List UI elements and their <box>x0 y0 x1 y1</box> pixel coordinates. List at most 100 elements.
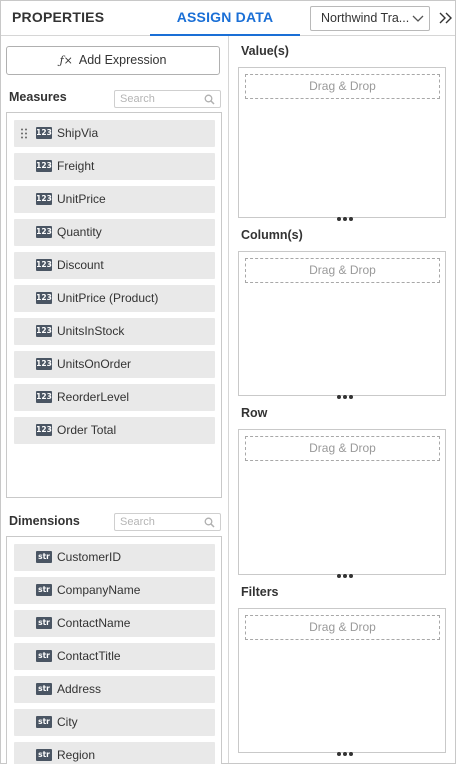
string-type-icon: str <box>36 683 52 695</box>
numeric-type-icon: 123 <box>36 358 52 370</box>
field-label: Discount <box>57 258 104 272</box>
field-label: ContactTitle <box>57 649 121 663</box>
numeric-type-icon: 123 <box>36 325 52 337</box>
field-label: Freight <box>57 159 95 173</box>
drag-drop-placeholder[interactable]: Drag & Drop <box>245 74 440 99</box>
zone-title-row: Row <box>241 406 268 420</box>
chevron-down-icon <box>412 15 424 22</box>
drop-zone-filters[interactable]: Drag & Drop <box>238 608 446 756</box>
field-order-total[interactable]: 123 Order Total <box>14 417 215 444</box>
field-city[interactable]: str City <box>14 709 215 736</box>
dot <box>349 752 353 756</box>
dot <box>343 752 347 756</box>
field-discount[interactable]: 123 Discount <box>14 252 215 279</box>
dot <box>343 574 347 578</box>
field-label: CompanyName <box>57 583 141 597</box>
dot <box>337 752 341 756</box>
tab-properties[interactable]: PROPERTIES <box>12 1 104 36</box>
field-shipvia[interactable]: 123 ShipVia <box>14 120 215 147</box>
numeric-type-icon: 123 <box>36 424 52 436</box>
numeric-type-icon: 123 <box>36 193 52 205</box>
dimensions-title: Dimensions <box>9 514 80 528</box>
string-type-icon: str <box>36 617 52 629</box>
numeric-type-icon: 123 <box>36 226 52 238</box>
dot <box>337 395 341 399</box>
tab-assign-data[interactable]: ASSIGN DATA <box>150 1 300 36</box>
drag-drop-placeholder[interactable]: Drag & Drop <box>245 258 440 283</box>
drag-drop-placeholder[interactable]: Drag & Drop <box>245 436 440 461</box>
numeric-type-icon: 123 <box>36 292 52 304</box>
field-label: UnitsOnOrder <box>57 357 132 371</box>
dot <box>349 574 353 578</box>
assign-data-panel: PROPERTIES ASSIGN DATA Northwind Tra... … <box>0 0 456 764</box>
string-type-icon: str <box>36 584 52 596</box>
field-reorderlevel[interactable]: 123 ReorderLevel <box>14 384 215 411</box>
dot <box>343 217 347 221</box>
zone-title-column-s: Column(s) <box>241 228 303 242</box>
zone-title-filters: Filters <box>241 585 279 599</box>
collapse-panel-icon[interactable] <box>437 7 453 29</box>
field-quantity[interactable]: 123 Quantity <box>14 219 215 246</box>
field-unitsonorder[interactable]: 123 UnitsOnOrder <box>14 351 215 378</box>
measures-search-input[interactable]: Search <box>114 90 221 108</box>
field-label: Region <box>57 748 96 762</box>
dot <box>337 217 341 221</box>
field-label: Quantity <box>57 225 102 239</box>
field-unitprice[interactable]: 123 UnitPrice <box>14 186 215 213</box>
string-type-icon: str <box>36 650 52 662</box>
field-label: UnitsInStock <box>57 324 125 338</box>
resize-handle-icon[interactable] <box>337 395 353 401</box>
field-companyname[interactable]: str CompanyName <box>14 577 215 604</box>
drop-zones-column: Value(s) Drag & Drop Column(s) Drag & Drop R… <box>229 36 455 763</box>
resize-handle-icon[interactable] <box>337 574 353 580</box>
drag-handle-icon[interactable] <box>20 128 28 139</box>
drop-zone-value-s[interactable]: Drag & Drop <box>238 67 446 221</box>
field-label: UnitPrice <box>57 192 106 206</box>
field-label: CustomerID <box>57 550 122 564</box>
drop-zone-column-s[interactable]: Drag & Drop <box>238 251 446 399</box>
dimensions-search-placeholder: Search <box>120 516 155 528</box>
field-unitprice-product[interactable]: 123 UnitPrice (Product) <box>14 285 215 312</box>
panel-header: PROPERTIES ASSIGN DATA Northwind Tra... <box>1 1 455 36</box>
dot <box>337 574 341 578</box>
field-label: ContactName <box>57 616 131 630</box>
field-unitsinstock[interactable]: 123 UnitsInStock <box>14 318 215 345</box>
numeric-type-icon: 123 <box>36 160 52 172</box>
add-expression-label: Add Expression <box>78 53 167 67</box>
field-label: Address <box>57 682 102 696</box>
dot <box>343 395 347 399</box>
field-customerid[interactable]: str CustomerID <box>14 544 215 571</box>
measures-search-placeholder: Search <box>120 93 155 105</box>
dimensions-list: str CustomerID str CompanyName str ContactNam… <box>6 536 222 764</box>
field-label: ShipVia <box>57 126 99 140</box>
string-type-icon: str <box>36 749 52 761</box>
string-type-icon: str <box>36 716 52 728</box>
search-icon <box>204 517 215 528</box>
field-contactname[interactable]: str ContactName <box>14 610 215 637</box>
datasource-value: Northwind Tra... <box>321 11 410 25</box>
search-icon <box>204 94 215 105</box>
numeric-type-icon: 123 <box>36 259 52 271</box>
add-expression-button[interactable]: ƒ× Add Expression <box>6 46 220 75</box>
fields-column: ƒ× Add Expression Measures Search 123 Ship… <box>1 36 229 764</box>
field-address[interactable]: str Address <box>14 676 215 703</box>
drop-zone-row[interactable]: Drag & Drop <box>238 429 446 578</box>
drag-drop-placeholder[interactable]: Drag & Drop <box>245 615 440 640</box>
field-contacttitle[interactable]: str ContactTitle <box>14 643 215 670</box>
function-icon: ƒ× <box>59 54 73 67</box>
field-label: City <box>57 715 78 729</box>
field-region[interactable]: str Region <box>14 742 215 764</box>
field-freight[interactable]: 123 Freight <box>14 153 215 180</box>
resize-handle-icon[interactable] <box>337 752 353 758</box>
measures-list: 123 ShipVia 123 Freight 123 UnitPrice 123 Quant… <box>6 112 222 498</box>
dimensions-search-input[interactable]: Search <box>114 513 221 531</box>
dot <box>349 395 353 399</box>
field-label: Order Total <box>57 423 117 437</box>
dot <box>349 217 353 221</box>
resize-handle-icon[interactable] <box>337 217 353 223</box>
datasource-dropdown[interactable]: Northwind Tra... <box>310 6 430 31</box>
measures-title: Measures <box>9 90 67 104</box>
field-label: ReorderLevel <box>57 390 130 404</box>
zone-title-value-s: Value(s) <box>241 44 289 58</box>
numeric-type-icon: 123 <box>36 391 52 403</box>
